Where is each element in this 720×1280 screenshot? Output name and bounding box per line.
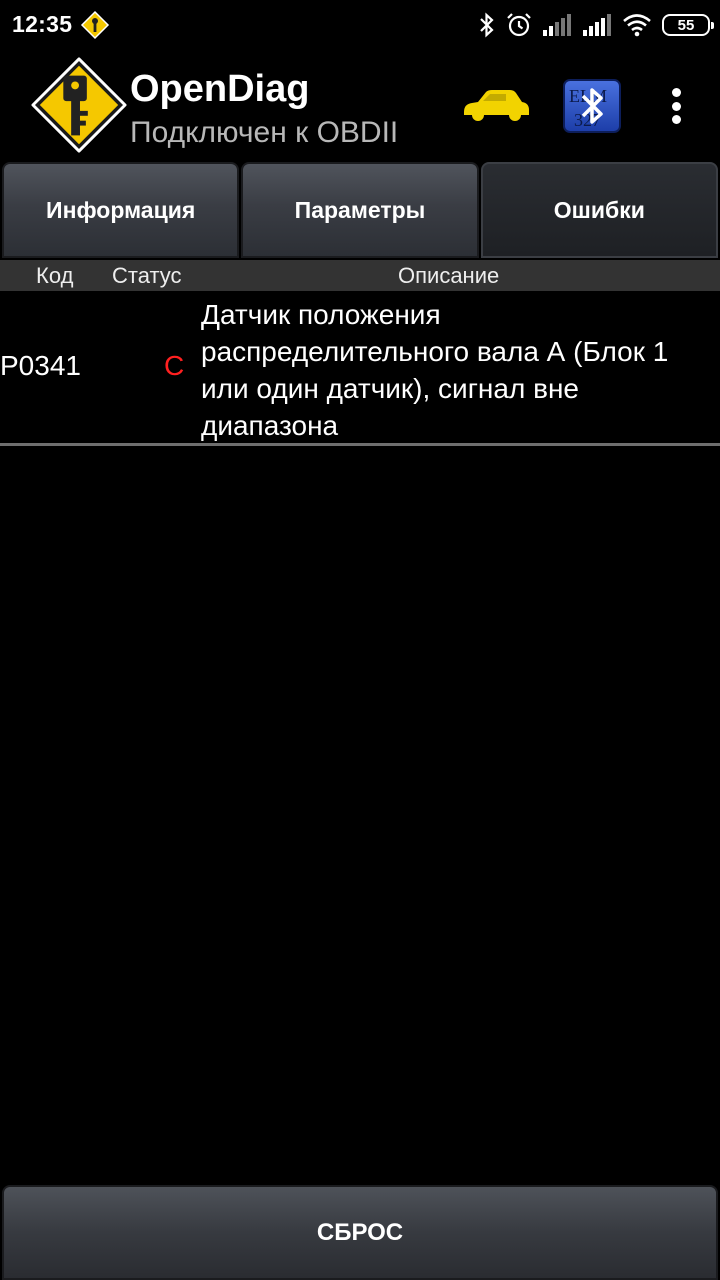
error-list: P0341 C Датчик положения распределительн…	[0, 292, 720, 446]
screen: 12:35 55 OpenDiag Подключен к OBDII ELM …	[0, 0, 720, 1280]
battery-level: 55	[677, 16, 695, 34]
column-header-description: Описание	[398, 263, 500, 288]
column-headers: Код Статус Описание	[0, 260, 720, 291]
alarm-icon	[507, 13, 531, 37]
error-description: Датчик положения распределительного вала…	[201, 299, 669, 441]
signal-icon	[543, 14, 571, 36]
app-logo-icon[interactable]	[30, 56, 128, 154]
status-icons: 55	[468, 10, 714, 40]
connection-status: Подключен к OBDII	[130, 116, 399, 149]
battery-icon: 55	[662, 14, 714, 36]
notification-key-icon	[80, 10, 110, 40]
table-row[interactable]: P0341 C Датчик положения распределительн…	[0, 292, 720, 446]
tab-errors[interactable]: Ошибки	[480, 162, 718, 258]
tab-information[interactable]: Информация	[2, 162, 240, 258]
column-header-code: Код	[36, 263, 74, 288]
status-time: 12:35	[12, 11, 73, 37]
bluetooth-icon	[480, 12, 494, 38]
wifi-icon	[623, 14, 651, 37]
signal-icon	[583, 14, 611, 36]
error-status: C	[164, 350, 185, 381]
column-header-status: Статус	[112, 263, 182, 288]
error-code: P0341	[0, 350, 81, 381]
app-title: OpenDiag	[130, 68, 310, 110]
tab-parameters[interactable]: Параметры	[241, 162, 479, 258]
tab-bar: Информация Параметры Ошибки	[0, 162, 720, 258]
action-bar: OpenDiag Подключен к OBDII ELM 327	[0, 52, 720, 160]
bluetooth-adapter-icon[interactable]: ELM 327	[562, 78, 622, 134]
overflow-menu-icon[interactable]	[660, 82, 692, 130]
reset-button[interactable]: СБРОС	[2, 1185, 718, 1280]
status-bar: 12:35 55	[0, 0, 720, 52]
car-icon[interactable]	[460, 82, 532, 126]
